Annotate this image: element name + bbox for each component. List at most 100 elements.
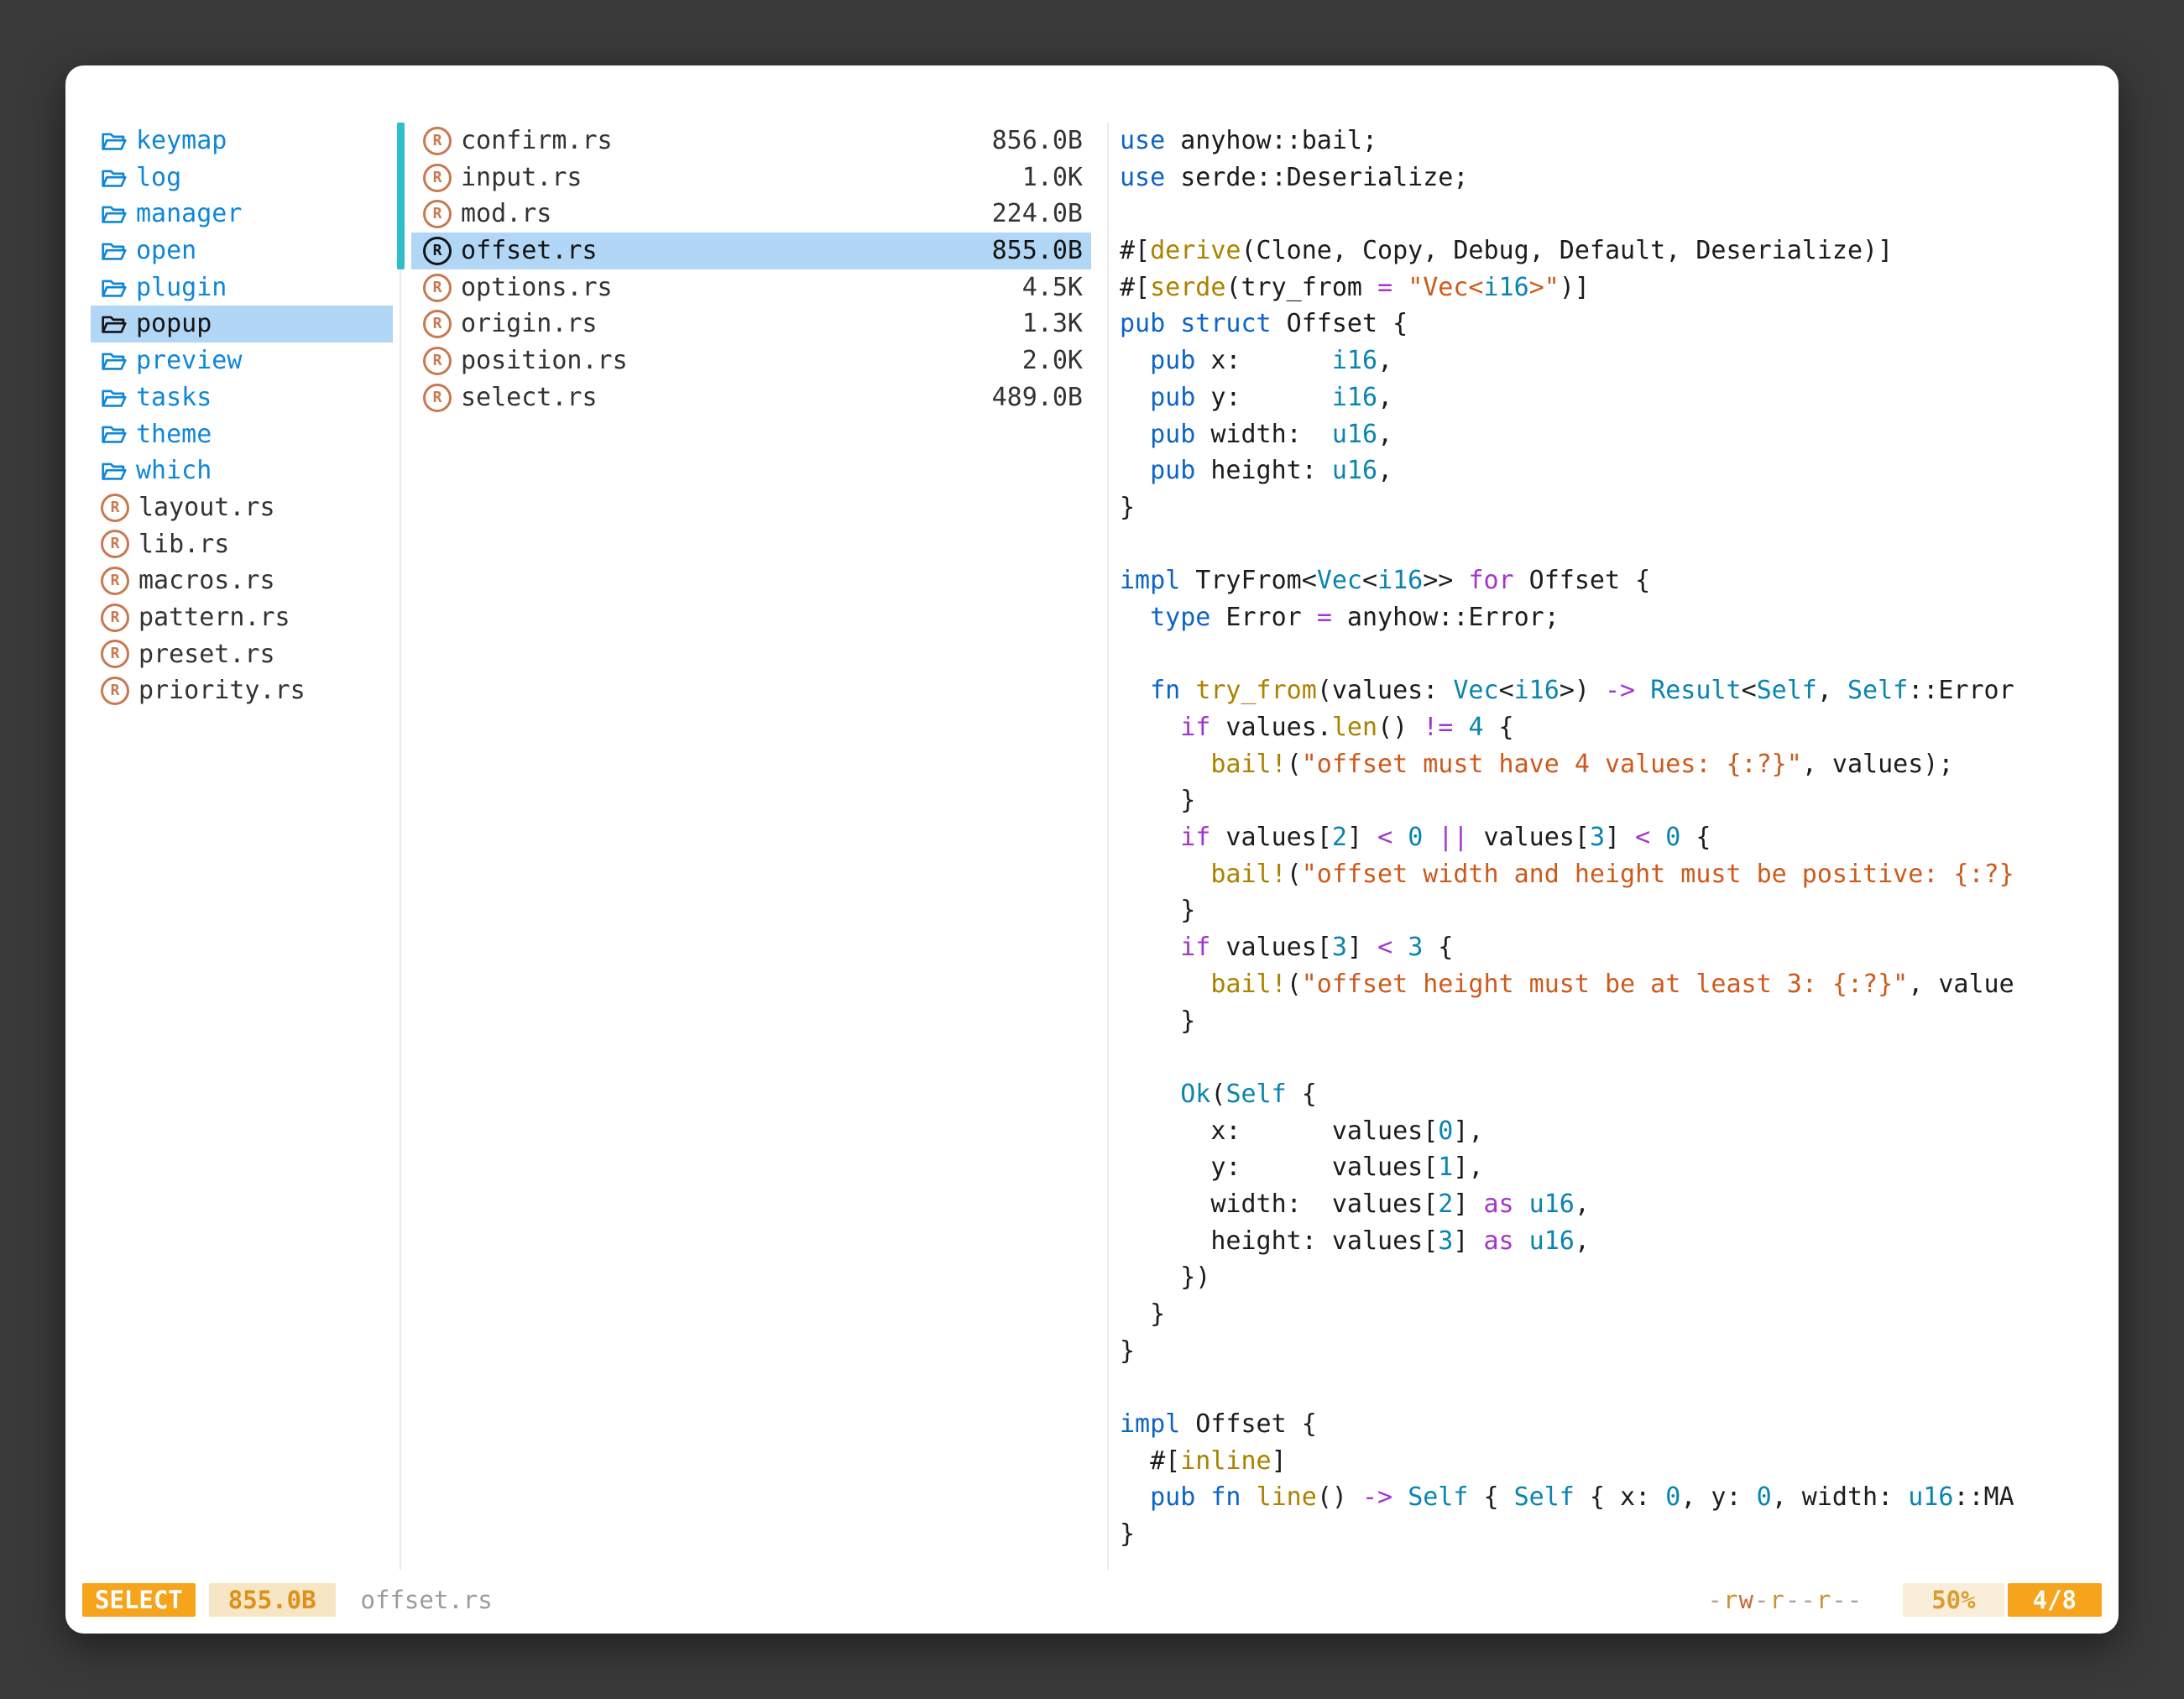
sidebar-item-label: tasks [136,379,212,416]
sidebar-item-label: priority.rs [138,672,306,709]
sidebar-item-pattern-rs[interactable]: Rpattern.rs [91,599,393,636]
code-line [1120,1369,2105,1406]
code-line: bail!("offset must have 4 values: {:?}",… [1120,746,2105,783]
file-row-position-rs[interactable]: Rposition.rs 2.0K [411,342,1091,379]
code-line: height: values[3] as u16, [1120,1223,2105,1260]
file-name: offset.rs [461,233,598,269]
code-line: } [1120,489,2105,526]
code-line: pub x: i16, [1120,342,2105,379]
file-size: 2.0K [1022,342,1083,379]
open-folder-icon [101,423,127,445]
sidebar-item-macros-rs[interactable]: Rmacros.rs [91,562,393,599]
sidebar-item-log[interactable]: log [91,159,393,196]
sidebar-item-label: open [136,233,196,269]
rust-file-icon: R [423,347,452,375]
open-folder-icon [101,460,127,482]
file-name: options.rs [461,269,613,306]
sidebar-item-lib-rs[interactable]: Rlib.rs [91,526,393,563]
open-folder-icon [101,277,127,299]
sidebar-item-label: preview [136,342,242,379]
status-bar: SELECT 855.0B offset.rs -rw-r--r-- 50% 4… [82,1581,2102,1618]
file-row-confirm-rs[interactable]: Rconfirm.rs 856.0B [411,123,1091,159]
file-size: 224.0B [992,196,1083,233]
sidebar-item-preset-rs[interactable]: Rpreset.rs [91,636,393,673]
file-size: 489.0B [992,379,1083,416]
sidebar-item-label: theme [136,416,212,453]
rust-file-icon: R [423,127,452,155]
file-permissions: -rw-r--r-- [1708,1586,1863,1614]
file-size: 1.0K [1022,159,1083,196]
sidebar-item-tasks[interactable]: tasks [91,379,393,416]
sidebar-item-label: preset.rs [138,636,275,673]
code-line: y: values[1], [1120,1149,2105,1186]
code-line: if values[2] < 0 || values[3] < 0 { [1120,819,2105,856]
pane-divider-right [1107,123,1109,1570]
file-row-mod-rs[interactable]: Rmod.rs224.0B [411,196,1091,233]
sidebar-item-label: log [136,159,181,196]
file-size: 855.0B [992,233,1083,269]
sidebar-item-plugin[interactable]: plugin [91,269,393,306]
status-left: SELECT 855.0B offset.rs [82,1583,493,1617]
code-line: #[inline] [1120,1443,2105,1480]
code-line: bail!("offset width and height must be p… [1120,856,2105,893]
file-size: 4.5K [1022,269,1083,306]
code-line: use anyhow::bail; [1120,123,2105,159]
file-name: select.rs [461,379,598,416]
sidebar-item-label: macros.rs [138,562,275,599]
code-line: x: values[0], [1120,1113,2105,1150]
sidebar-item-manager[interactable]: manager [91,196,393,233]
file-row-select-rs[interactable]: Rselect.rs 489.0B [411,379,1091,416]
file-name: mod.rs [461,196,551,233]
code-line: #[serde(try_from = "Vec<i16>")] [1120,269,2105,306]
sidebar-item-which[interactable]: which [91,452,393,489]
visual-select-marker [397,123,405,269]
code-line: } [1120,1003,2105,1040]
code-line: if values[3] < 3 { [1120,929,2105,966]
code-line [1120,196,2105,233]
file-name: confirm.rs [461,123,613,159]
sidebar-item-label: popup [136,306,212,342]
code-line: use serde::Deserialize; [1120,159,2105,196]
rust-file-icon: R [423,237,452,265]
code-line: #[derive(Clone, Copy, Debug, Default, De… [1120,233,2105,269]
sidebar-item-open[interactable]: open [91,233,393,269]
rust-file-icon: R [423,384,452,412]
sidebar-item-layout-rs[interactable]: Rlayout.rs [91,489,393,526]
sidebar-item-priority-rs[interactable]: Rpriority.rs [91,672,393,709]
sidebar-item-keymap[interactable]: keymap [91,123,393,159]
code-line: pub width: u16, [1120,416,2105,453]
code-line: if values.len() != 4 { [1120,709,2105,746]
sidebar-item-theme[interactable]: theme [91,416,393,453]
sidebar-item-label: pattern.rs [138,599,290,636]
code-line: pub fn line() -> Self { Self { x: 0, y: … [1120,1479,2105,1516]
open-folder-icon [101,167,127,189]
file-row-origin-rs[interactable]: Rorigin.rs1.3K [411,306,1091,342]
sidebar-item-popup[interactable]: popup [91,306,393,342]
file-name: position.rs [461,342,628,379]
pane-divider-left [400,123,401,1570]
file-size: 856.0B [992,123,1083,159]
rust-file-icon: R [101,530,129,558]
rust-file-icon: R [101,494,129,522]
code-line: pub struct Offset { [1120,306,2105,342]
status-filename: offset.rs [361,1586,493,1614]
rust-file-icon: R [423,164,452,192]
code-line: pub height: u16, [1120,452,2105,489]
file-row-offset-rs[interactable]: Roffset.rs 855.0B [411,233,1091,269]
file-row-input-rs[interactable]: Rinput.rs1.0K [411,159,1091,196]
open-folder-icon [101,350,127,372]
code-line: width: values[2] as u16, [1120,1186,2105,1223]
sidebar-item-label: lib.rs [138,526,229,563]
code-line: } [1120,1333,2105,1370]
code-line: } [1120,1296,2105,1333]
code-line: fn try_from(values: Vec<i16>) -> Result<… [1120,672,2105,709]
code-line: pub y: i16, [1120,379,2105,416]
rust-file-icon: R [101,567,129,595]
sidebar-item-preview[interactable]: preview [91,342,393,379]
code-line: } [1120,892,2105,929]
rust-file-icon: R [423,310,452,338]
preview-pane[interactable]: use anyhow::bail;use serde::Deserialize;… [1120,123,2105,1553]
sidebar-item-label: which [136,452,212,489]
code-line: impl TryFrom<Vec<i16>> for Offset { [1120,562,2105,599]
file-row-options-rs[interactable]: Roptions.rs4.5K [411,269,1091,306]
